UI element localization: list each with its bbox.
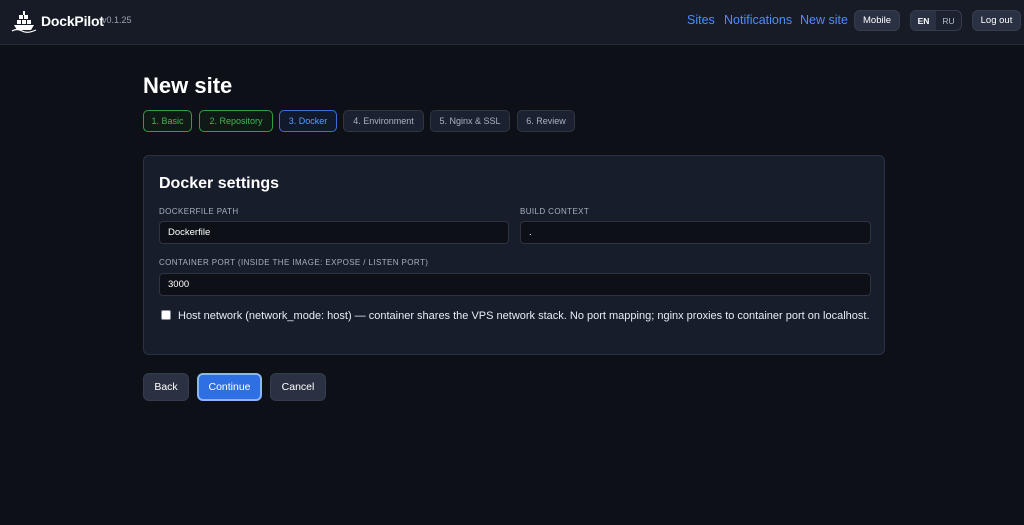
cancel-button[interactable]: Cancel	[270, 373, 326, 401]
step-nginx-ssl[interactable]: 5. Nginx & SSL	[430, 110, 510, 132]
mobile-button[interactable]: Mobile	[854, 10, 900, 31]
step-repository[interactable]: 2. Repository	[199, 110, 273, 132]
lang-ru-button[interactable]: RU	[936, 11, 961, 30]
nav-new-site[interactable]: New site	[800, 13, 848, 27]
version-label: v0.1.25	[102, 15, 132, 25]
page-title: New site	[143, 73, 233, 98]
dockerfile-path-input[interactable]: Dockerfile	[159, 221, 509, 244]
continue-button[interactable]: Continue	[197, 373, 262, 401]
language-switcher: EN RU	[910, 10, 962, 31]
ship-logo-icon	[11, 11, 37, 33]
top-bar: DockPilot v0.1.25 Sites Notifications Ne…	[0, 0, 1024, 45]
card-title: Docker settings	[159, 175, 280, 192]
nav-sites[interactable]: Sites	[687, 13, 715, 27]
host-network-checkbox[interactable]	[161, 310, 171, 320]
dockerfile-path-label: DOCKERFILE PATH	[159, 207, 239, 216]
step-basic[interactable]: 1. Basic	[143, 110, 192, 132]
docker-settings-card: Docker settings DOCKERFILE PATH Dockerfi…	[143, 155, 885, 355]
brand-name[interactable]: DockPilot	[41, 13, 104, 29]
host-network-label[interactable]: Host network (network_mode: host) — cont…	[178, 308, 878, 325]
step-docker[interactable]: 3. Docker	[279, 110, 337, 132]
container-port-label: CONTAINER PORT (INSIDE THE IMAGE: EXPOSE…	[159, 258, 429, 267]
container-port-input[interactable]: 3000	[159, 273, 871, 296]
build-context-label: BUILD CONTEXT	[520, 207, 590, 216]
back-button[interactable]: Back	[143, 373, 189, 401]
lang-en-button[interactable]: EN	[911, 11, 936, 30]
step-environment[interactable]: 4. Environment	[343, 110, 424, 132]
build-context-input[interactable]: .	[520, 221, 871, 244]
nav-notifications[interactable]: Notifications	[724, 13, 792, 27]
logout-button[interactable]: Log out	[972, 10, 1021, 31]
step-review[interactable]: 6. Review	[517, 110, 575, 132]
